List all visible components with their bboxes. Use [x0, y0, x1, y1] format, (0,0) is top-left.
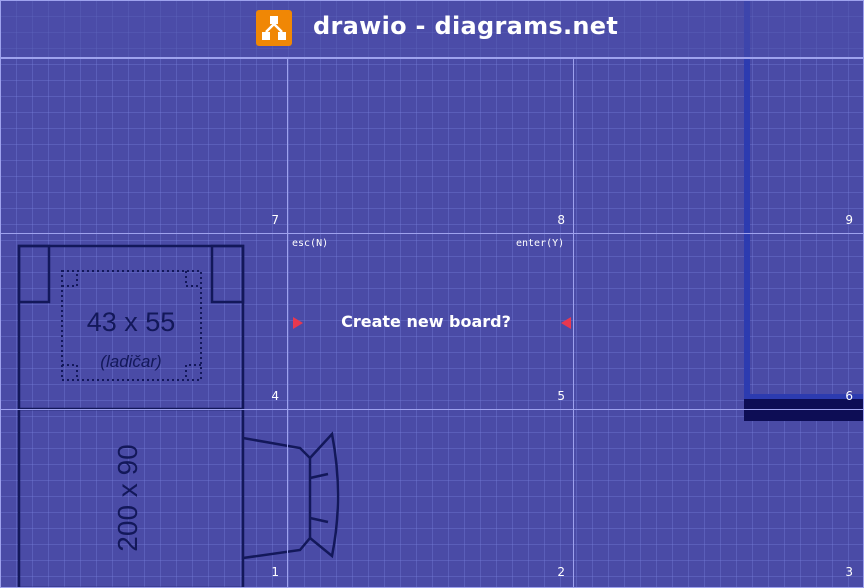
cell-number: 7: [271, 213, 279, 227]
cell-number: 8: [557, 213, 565, 227]
cancel-hint[interactable]: esc(N): [292, 238, 328, 249]
confirm-hint[interactable]: enter(Y): [516, 238, 564, 249]
drawio-logo-glyph: [262, 16, 286, 40]
board-cell-7[interactable]: 7: [0, 57, 288, 234]
new-board-prompt: Create new board?: [341, 312, 511, 331]
cell-number: 1: [271, 565, 279, 579]
board-cell-9[interactable]: 9: [573, 57, 864, 234]
cell-number: 4: [271, 389, 279, 403]
cell-number: 9: [845, 213, 853, 227]
drawio-logo-icon: [256, 10, 292, 46]
cell-number: 5: [557, 389, 565, 403]
board-cell-8[interactable]: 8: [287, 57, 574, 234]
app-title: drawio - diagrams.net: [313, 12, 619, 40]
cell-number: 2: [557, 565, 565, 579]
board-cell-4[interactable]: 4: [0, 233, 288, 410]
cell-number: 6: [845, 389, 853, 403]
board-cell-3[interactable]: 3: [573, 409, 864, 588]
board-cell-6[interactable]: 6: [573, 233, 864, 410]
cell-number: 3: [845, 565, 853, 579]
board-cell-1[interactable]: 1: [0, 409, 288, 588]
board-cell-2[interactable]: 2: [287, 409, 574, 588]
